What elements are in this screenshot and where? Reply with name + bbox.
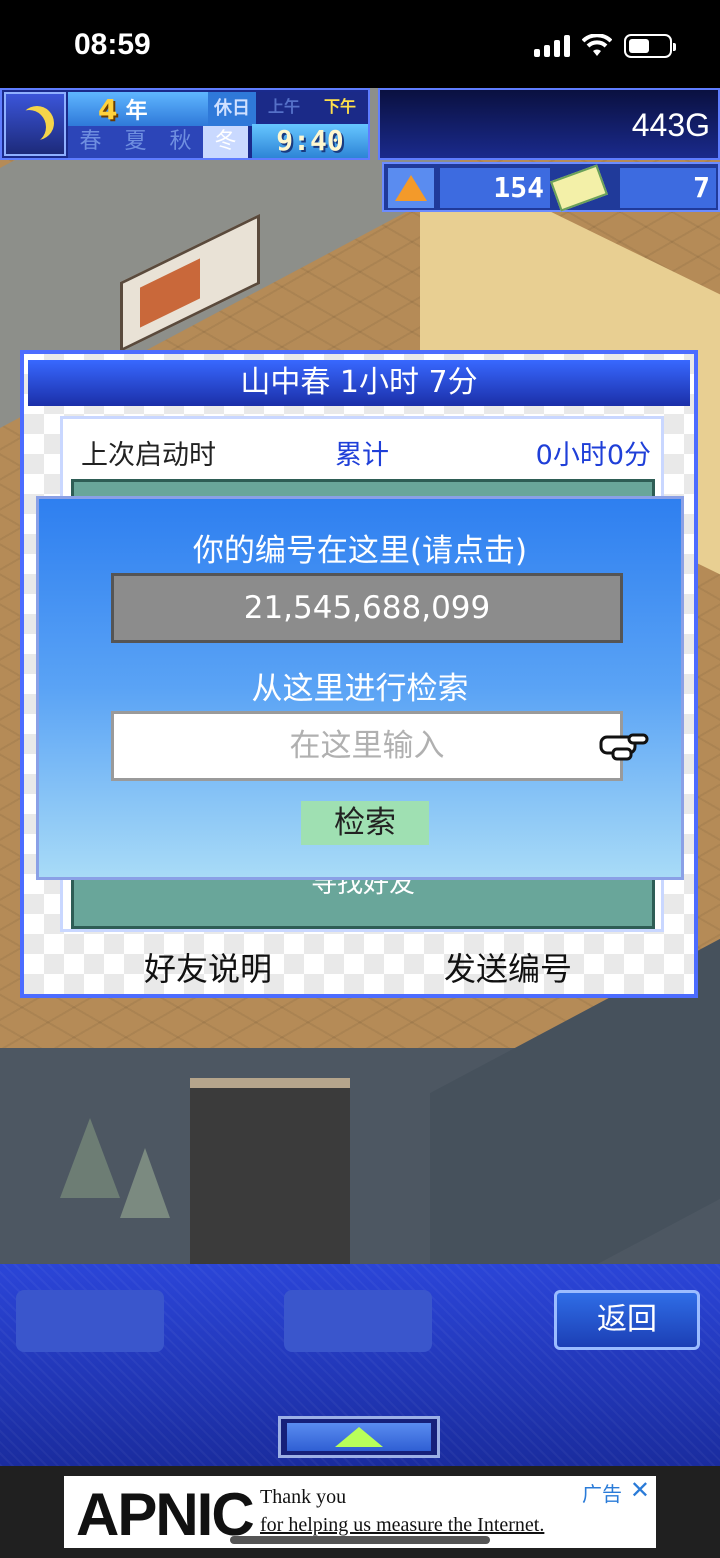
cellular-signal-icon — [534, 35, 570, 57]
status-bar: 08:59 — [0, 0, 720, 88]
year-display: 4 年 — [68, 92, 208, 126]
season-indicator: 春 夏 秋 冬 — [68, 126, 248, 158]
date-time-hud: 4 年 休日 上午 下午 春 夏 秋 冬 9:40 — [0, 88, 370, 160]
status-icons — [534, 34, 676, 58]
ticket-count: 7 — [620, 168, 716, 208]
up-arrow-icon — [335, 1427, 383, 1447]
search-label: 从这里进行检索 — [251, 671, 469, 707]
holiday-label: 休日 — [208, 92, 256, 126]
tree-sprite — [120, 1148, 170, 1218]
friend-id-dialog: 你的编号在这里(请点击) 21,545,688,099 从这里进行检索 在这里输… — [36, 496, 684, 880]
season-summer: 夏 — [113, 126, 158, 158]
am-label: 上午 — [267, 97, 300, 116]
player-id-box[interactable]: 21,545,688,099 — [111, 573, 623, 643]
playtime-row: 上次启动时 累计 0小时0分 — [81, 433, 651, 473]
ad-logo: APNIC — [76, 1481, 255, 1548]
money-display: 443G — [378, 88, 720, 160]
menu-slot-button[interactable] — [16, 1290, 164, 1352]
season-winter: 冬 — [203, 126, 248, 158]
year-number: 4 — [98, 92, 118, 126]
home-indicator[interactable] — [230, 1536, 490, 1544]
night-moon-icon — [4, 92, 66, 156]
status-time: 08:59 — [74, 28, 151, 61]
ad-zone: APNIC Thank you for helping us measure t… — [0, 1466, 720, 1558]
am-pm-indicator: 上午 下午 — [256, 92, 368, 122]
game-clock: 9:40 — [252, 124, 368, 158]
season-spring: 春 — [68, 126, 113, 158]
resources-bar: 154 7 — [382, 162, 720, 212]
ad-close-icon[interactable]: ✕ — [630, 1476, 650, 1504]
tree-sprite — [60, 1118, 120, 1198]
pointing-hand-icon — [599, 733, 649, 761]
search-button[interactable]: 检索 — [301, 801, 429, 845]
bottom-menu: 返回 — [0, 1264, 720, 1466]
year-unit: 年 — [125, 99, 148, 124]
research-flask-icon — [388, 168, 434, 208]
your-id-label: 你的编号在这里(请点击) — [192, 533, 528, 569]
send-id-button[interactable]: 发送编号 — [444, 944, 572, 990]
building-sprite — [190, 1078, 350, 1266]
menu-slot-button[interactable] — [284, 1290, 432, 1352]
total-label: 累计 — [335, 440, 389, 471]
expand-menu-button[interactable] — [278, 1416, 440, 1458]
ad-line-1: Thank you — [260, 1486, 347, 1508]
panel-actions: 好友说明 发送编号 — [24, 944, 694, 988]
friend-help-button[interactable]: 好友说明 — [144, 944, 272, 990]
pm-label: 下午 — [323, 97, 356, 116]
last-launch-label: 上次启动时 — [81, 440, 216, 471]
total-playtime: 0小时0分 — [535, 440, 651, 471]
season-autumn: 秋 — [158, 126, 203, 158]
wifi-icon — [582, 34, 612, 56]
ad-tag: 广告 — [582, 1482, 622, 1506]
ad-line-2: for helping us measure the Internet. — [260, 1514, 545, 1536]
battery-icon — [624, 34, 676, 58]
ticket-icon — [550, 164, 608, 212]
panel-title: 山中春 1小时 7分 — [28, 360, 690, 406]
back-button[interactable]: 返回 — [554, 1290, 700, 1350]
search-input[interactable]: 在这里输入 — [111, 711, 623, 781]
research-points: 154 — [440, 168, 550, 208]
